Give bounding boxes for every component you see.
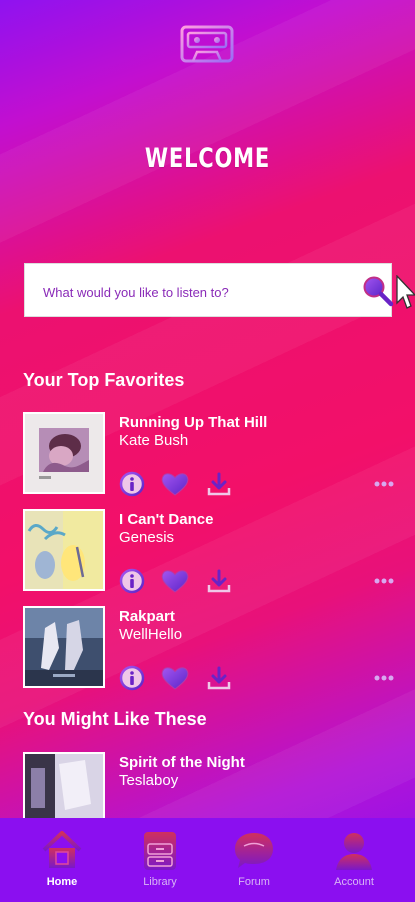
track-row[interactable]: Running Up That Hill Kate Bush: [23, 412, 395, 497]
welcome-heading: WELCOME: [144, 143, 271, 174]
nav-library[interactable]: Library: [120, 828, 200, 898]
track-title: I Can't Dance: [119, 511, 214, 528]
album-cover-i-cant-dance[interactable]: [23, 509, 105, 591]
info-icon[interactable]: [119, 568, 145, 594]
cassette-tape-icon: [180, 25, 234, 63]
nav-label: Home: [46, 876, 78, 888]
track-artist: WellHello: [119, 626, 183, 643]
chat-bubble-icon: [235, 833, 273, 868]
more-dots-icon[interactable]: [373, 480, 395, 488]
download-icon[interactable]: [206, 568, 232, 594]
nav-label: Library: [143, 876, 177, 888]
nav-account[interactable]: Account: [314, 828, 394, 898]
heart-icon[interactable]: [160, 568, 190, 594]
user-icon: [336, 833, 372, 870]
info-icon[interactable]: [119, 471, 145, 497]
nav-home[interactable]: Home: [22, 828, 102, 898]
more-dots-icon[interactable]: [373, 674, 395, 682]
nav-forum[interactable]: Forum: [214, 828, 294, 898]
track-row[interactable]: I Can't Dance Genesis: [23, 509, 395, 594]
library-icon: [144, 832, 176, 870]
track-title: Spirit of the Night: [119, 754, 245, 771]
album-cover-rakpart[interactable]: [23, 606, 105, 688]
album-cover-running-up-that-hill[interactable]: [23, 412, 105, 494]
heart-icon[interactable]: [160, 471, 190, 497]
track-title: Running Up That Hill: [119, 414, 268, 431]
home-icon: [42, 831, 82, 868]
nav-label: Account: [334, 876, 374, 888]
search-input[interactable]: [41, 279, 335, 305]
track-row[interactable]: Rakpart WellHello: [23, 606, 395, 691]
track-artist: Kate Bush: [119, 432, 189, 449]
section-title-recommended: You Might Like These: [23, 709, 207, 729]
search-bar: [24, 263, 395, 317]
track-title: Rakpart: [119, 608, 175, 625]
download-icon[interactable]: [206, 665, 232, 691]
info-icon[interactable]: [119, 665, 145, 691]
bottom-navigation: Home Library Forum Account: [0, 818, 415, 902]
heart-icon[interactable]: [160, 665, 190, 691]
nav-label: Forum: [238, 876, 270, 888]
search-magnifier-icon[interactable]: [361, 274, 395, 308]
download-icon[interactable]: [206, 471, 232, 497]
section-title-top-favorites: Your Top Favorites: [23, 370, 185, 390]
track-artist: Genesis: [119, 529, 175, 546]
more-dots-icon[interactable]: [373, 577, 395, 585]
mouse-pointer-icon: [396, 275, 415, 309]
track-artist: Teslaboy: [119, 772, 179, 789]
